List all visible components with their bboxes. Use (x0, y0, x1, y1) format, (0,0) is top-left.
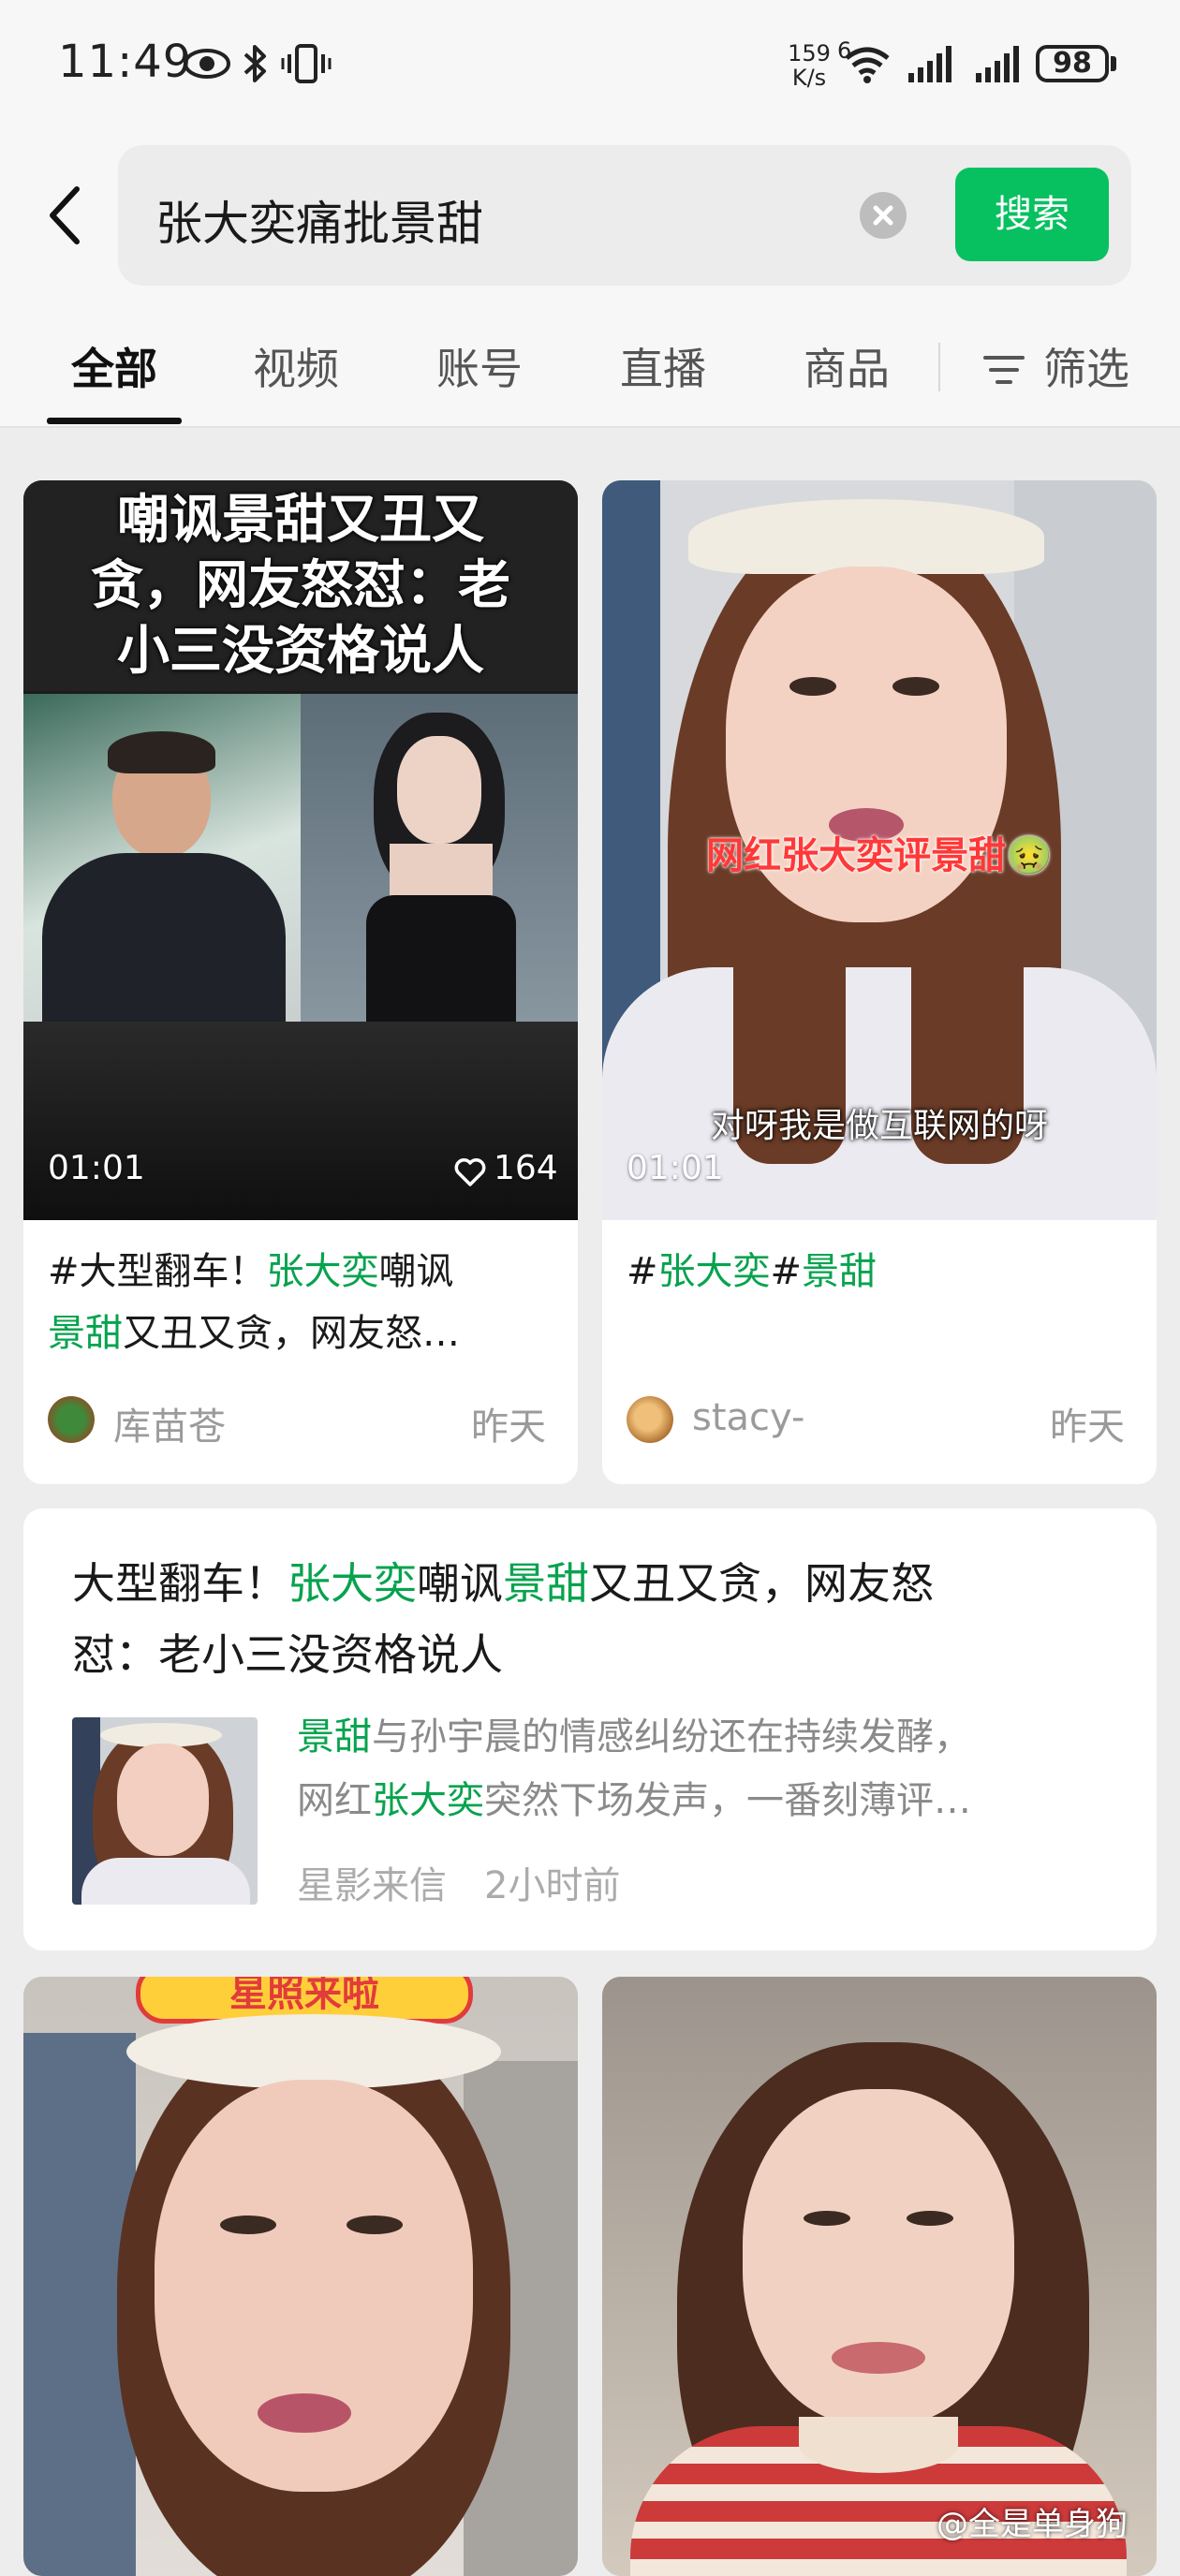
thumbnail-caption: 网红张大奕评景甜🤢 (706, 834, 1053, 877)
headline-line-3: 小三没资格说人 (117, 621, 484, 682)
title-text: # (627, 1250, 658, 1293)
avatar[interactable] (627, 1396, 673, 1443)
article-excerpt: 景甜与孙宇晨的情感纠纷还在持续发酵， 网红张大奕突然下场发声，一番刻薄评… (297, 1705, 1121, 1833)
status-bar: 11:49 159 K/s 6 98 (0, 0, 1180, 136)
tab-all[interactable]: 全部 (71, 335, 157, 397)
title-highlight: 张大奕 (657, 1250, 771, 1293)
clear-icon[interactable] (860, 192, 907, 239)
wifi-icon (845, 47, 890, 83)
excerpt-text: 与孙宇晨的情感纠纷还在持续发酵， (372, 1715, 971, 1759)
vibrate-icon (281, 44, 332, 83)
article-thumbnail[interactable] (72, 1717, 258, 1905)
video-thumbnail[interactable]: 星照来啦 (23, 1977, 578, 2576)
headline-line-2: 贪，网友怒怼：老 (91, 555, 510, 616)
tab-active-indicator (47, 418, 182, 424)
signal-icon-2 (976, 46, 1019, 82)
back-arrow-icon[interactable] (37, 178, 94, 253)
article-time: 2小时前 (484, 1864, 621, 1907)
title-highlight: 景甜 (48, 1312, 123, 1355)
signal-icon-1 (908, 46, 951, 82)
title-highlight: 景甜 (802, 1250, 878, 1293)
title-text: 又丑又贪，网友怒 (589, 1558, 934, 1609)
top-bar: 11:49 159 K/s 6 98 张大奕痛批景甜 搜索 全部 视频 账号 直… (0, 0, 1180, 426)
video-thumbnail[interactable]: 嘲讽景甜又丑又 贪，网友怒怼：老 小三没资格说人 01:01 164 (23, 480, 578, 1220)
title-highlight: 张大奕 (266, 1250, 379, 1293)
title-text: 怼：老小三没资格说人 (72, 1629, 503, 1680)
title-text: #大型翻车！ (48, 1250, 267, 1293)
thumbnail-headline: 嘲讽景甜又丑又 贪，网友怒怼：老 小三没资格说人 (23, 488, 578, 684)
tab-live[interactable]: 直播 (620, 335, 706, 397)
author-name[interactable]: stacy- (692, 1396, 804, 1439)
video-duration: 01:01 (48, 1149, 145, 1187)
divider (0, 426, 1180, 428)
photo-man (23, 694, 301, 1022)
excerpt-text: 网红 (297, 1779, 372, 1822)
battery-icon: 98 (1036, 45, 1109, 82)
avatar[interactable] (48, 1396, 95, 1443)
post-time: 昨天 (1050, 1406, 1125, 1449)
excerpt-highlight: 景甜 (297, 1715, 372, 1759)
title-text: 嘲讽 (378, 1250, 454, 1293)
search-input[interactable]: 张大奕痛批景甜 (155, 186, 483, 254)
headline-line-1: 嘲讽景甜又丑又 (117, 490, 484, 551)
video-thumbnail[interactable] (602, 1977, 1157, 2576)
title-text: 又丑又贪，网友怒… (123, 1312, 460, 1355)
search-box: 张大奕痛批景甜 搜索 (118, 145, 1131, 286)
article-title[interactable]: 大型翻车！张大奕嘲讽景甜又丑又贪，网友怒怼：老小三没资格说人 (72, 1548, 1112, 1690)
status-time: 11:49 (58, 36, 193, 88)
video-title[interactable]: #张大奕#景甜 (627, 1241, 1132, 1303)
network-speed-value: 159 (788, 40, 831, 66)
tab-video[interactable]: 视频 (253, 335, 339, 397)
tab-account[interactable]: 账号 (436, 335, 523, 397)
video-duration: 01:01 (627, 1149, 724, 1187)
thumbnail-subtitle: 对呀我是做互联网的呀 (710, 1107, 1048, 1145)
video-card-3[interactable]: 星照来啦 (23, 1977, 578, 2576)
article-source[interactable]: 星影来信 (297, 1855, 447, 1909)
eye-icon (184, 49, 230, 79)
title-text: 大型翻车！ (72, 1558, 288, 1609)
video-card-2[interactable]: 网红张大奕评景甜🤢 对呀我是做互联网的呀 01:01 #张大奕#景甜 stacy… (602, 480, 1157, 1484)
title-text: # (770, 1250, 803, 1293)
filter-icon[interactable] (983, 354, 1025, 386)
video-thumbnail[interactable]: 网红张大奕评景甜🤢 对呀我是做互联网的呀 01:01 (602, 480, 1157, 1220)
title-text: 嘲讽 (417, 1558, 503, 1609)
filter-button[interactable]: 筛选 (1043, 335, 1129, 397)
title-highlight: 景甜 (503, 1558, 589, 1609)
search-button[interactable]: 搜索 (955, 168, 1109, 261)
heart-icon (454, 1158, 486, 1186)
tab-divider (938, 343, 940, 391)
article-card[interactable]: 大型翻车！张大奕嘲讽景甜又丑又贪，网友怒 怼：老小三没资格说人 景甜与孙宇晨的情感… (23, 1509, 1157, 1950)
video-card-1[interactable]: 嘲讽景甜又丑又 贪，网友怒怼：老 小三没资格说人 01:01 164 #大型翻车… (23, 480, 578, 1484)
network-speed-unit: K/s (791, 65, 827, 91)
bluetooth-icon (243, 45, 266, 82)
photo-woman (301, 694, 578, 1022)
author-name[interactable]: 库苗苍 (113, 1396, 226, 1450)
like-count: 164 (494, 1149, 558, 1187)
post-time: 昨天 (471, 1406, 546, 1449)
network-speed: 159 K/s (781, 41, 837, 90)
watermark: @全是单身狗 (937, 2506, 1128, 2543)
excerpt-highlight: 张大奕 (372, 1779, 484, 1822)
title-highlight: 张大奕 (288, 1558, 417, 1609)
excerpt-text: 突然下场发声，一番刻薄评… (484, 1779, 971, 1822)
video-card-4[interactable] (602, 1977, 1157, 2576)
video-title[interactable]: #大型翻车！张大奕嘲讽景甜又丑又贪，网友怒… (48, 1241, 553, 1364)
tab-goods[interactable]: 商品 (804, 335, 890, 397)
battery-tip (1111, 56, 1116, 71)
